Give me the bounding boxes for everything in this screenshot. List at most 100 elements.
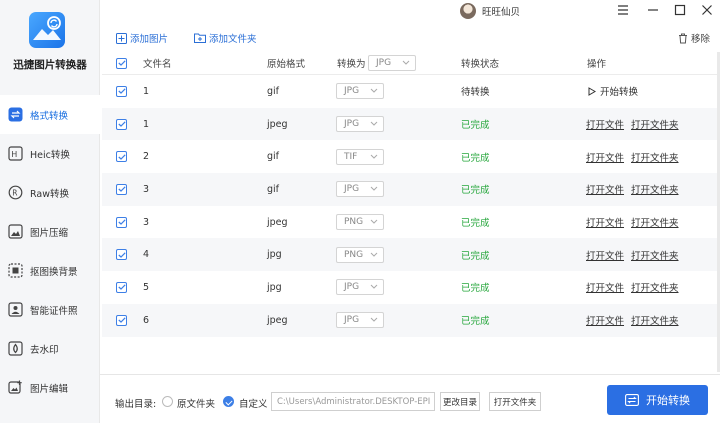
user-account[interactable]: 旺旺仙贝: [460, 2, 520, 19]
target-format-value: JPG: [344, 184, 360, 195]
remove-label: 移除: [691, 34, 711, 45]
cell-orig-format: jpeg: [267, 118, 288, 130]
target-format-select[interactable]: JPG: [336, 279, 384, 296]
row-checkbox[interactable]: [116, 118, 127, 130]
open-folder-link[interactable]: 打开文件夹: [631, 248, 679, 262]
radio-original-label: 原文件夹: [177, 399, 216, 410]
open-folder-link[interactable]: 打开文件夹: [631, 182, 679, 196]
open-file-link[interactable]: 打开文件: [586, 117, 624, 131]
cell-orig-format: gif: [267, 85, 280, 97]
cell-orig-format: gif: [267, 151, 280, 163]
chevron-down-icon: [370, 219, 378, 224]
chevron-down-icon: [370, 187, 378, 192]
menu-icon: [618, 5, 628, 15]
close-button[interactable]: [700, 3, 714, 17]
watermark-icon: [8, 341, 23, 356]
cutout-icon: [8, 263, 23, 278]
row-checkbox[interactable]: [116, 85, 127, 97]
cell-status: 已完成: [461, 185, 490, 197]
sidebar-item-label: 图片编辑: [30, 383, 69, 395]
start-row-label: 开始转换: [600, 87, 639, 99]
row-checkbox[interactable]: [116, 249, 127, 261]
cell-status: 已完成: [461, 283, 490, 295]
output-path-input[interactable]: [271, 392, 435, 411]
target-format-select[interactable]: PNG: [336, 214, 384, 231]
target-format-value: PNG: [344, 217, 364, 228]
minimize-button[interactable]: [646, 3, 660, 17]
sidebar-item-heic[interactable]: H Heic转换: [0, 134, 100, 173]
remove-button[interactable]: 移除: [678, 31, 710, 45]
cell-filename: 4: [143, 249, 150, 261]
radio-original-folder[interactable]: [162, 396, 173, 407]
target-format-value: JPG: [344, 315, 360, 326]
cell-orig-format: jpg: [267, 249, 282, 261]
row-checkbox[interactable]: [116, 216, 127, 228]
target-format-select[interactable]: PNG: [336, 246, 384, 263]
cell-orig-format: jpeg: [267, 314, 288, 326]
open-file-link[interactable]: 打开文件: [586, 248, 624, 262]
select-all-checkbox[interactable]: [116, 57, 127, 69]
add-image-icon: [116, 32, 127, 44]
table-row: 1 jpeg JPG 已完成 打开文件 打开文件夹: [102, 107, 720, 141]
start-convert-button[interactable]: 开始转换: [607, 385, 708, 415]
table-header: 文件名 原始格式 转换为 JPG 转换状态 操作: [102, 52, 720, 75]
sidebar-item-id-photo[interactable]: 智能证件照: [0, 290, 100, 329]
radio-custom-folder[interactable]: [223, 396, 234, 407]
table-row: 5 jpg JPG 已完成 打开文件 打开文件夹: [102, 271, 720, 304]
table-row: 4 jpg PNG 已完成 打开文件 打开文件夹: [102, 238, 720, 272]
row-checkbox[interactable]: [116, 314, 127, 326]
row-checkbox[interactable]: [116, 151, 127, 163]
open-folder-link[interactable]: 打开文件夹: [631, 215, 679, 229]
sidebar-item-raw[interactable]: R Raw转换: [0, 173, 100, 212]
cell-status: 待转换: [461, 87, 490, 99]
open-file-link[interactable]: 打开文件: [586, 280, 624, 294]
open-folder-link[interactable]: 打开文件夹: [631, 117, 679, 131]
open-folder-link[interactable]: 打开文件夹: [631, 313, 679, 327]
target-format-select[interactable]: TIF: [336, 148, 384, 165]
open-file-link[interactable]: 打开文件: [586, 182, 624, 196]
svg-text:H: H: [11, 150, 17, 159]
open-folder-link[interactable]: 打开文件夹: [631, 150, 679, 164]
target-format-value: JPG: [344, 86, 360, 97]
start-row-button[interactable]: 开始转换: [588, 75, 638, 108]
sidebar-item-image-edit[interactable]: 图片编辑: [0, 368, 100, 407]
image-edit-icon: [8, 380, 23, 395]
header-orig-format: 原始格式: [267, 59, 306, 70]
chevron-down-icon: [402, 60, 410, 65]
format-convert-icon: [8, 107, 23, 122]
target-format-value: JPG: [344, 119, 360, 130]
app-logo: [29, 12, 65, 48]
open-file-link[interactable]: 打开文件: [586, 215, 624, 229]
convert-all-select[interactable]: JPG: [368, 55, 416, 71]
target-format-select[interactable]: JPG: [336, 181, 384, 198]
cell-filename: 2: [143, 151, 150, 163]
sidebar-item-format-convert[interactable]: 格式转换: [0, 95, 100, 134]
open-folder-button[interactable]: 打开文件夹: [489, 392, 541, 411]
row-checkbox[interactable]: [116, 281, 127, 293]
maximize-button[interactable]: [673, 3, 687, 17]
sidebar-item-label: 智能证件照: [30, 305, 78, 317]
chevron-down-icon: [370, 154, 378, 159]
open-file-link[interactable]: 打开文件: [586, 313, 624, 327]
open-folder-link[interactable]: 打开文件夹: [631, 280, 679, 294]
heic-icon: H: [8, 146, 23, 161]
target-format-select[interactable]: JPG: [336, 116, 384, 133]
change-dir-button[interactable]: 更改目录: [440, 392, 480, 411]
add-folder-button[interactable]: 添加文件夹: [194, 31, 257, 45]
sidebar-item-watermark[interactable]: 去水印: [0, 329, 100, 368]
target-format-select[interactable]: JPG: [336, 83, 384, 100]
sidebar-item-compress[interactable]: 图片压缩: [0, 212, 100, 251]
svg-text:R: R: [12, 189, 17, 198]
play-icon: [588, 86, 596, 96]
add-image-button[interactable]: 添加图片: [116, 31, 168, 45]
open-file-link[interactable]: 打开文件: [586, 150, 624, 164]
target-format-select[interactable]: JPG: [336, 312, 384, 329]
row-checkbox[interactable]: [116, 183, 127, 195]
maximize-icon: [674, 4, 686, 16]
sidebar-item-cutout[interactable]: 抠图换背景: [0, 251, 100, 290]
menu-button[interactable]: [616, 3, 630, 17]
app-title: 迅捷图片转换器: [13, 59, 87, 71]
cell-status: 已完成: [461, 250, 490, 262]
cell-status: 已完成: [461, 218, 490, 230]
chevron-down-icon: [370, 317, 378, 322]
